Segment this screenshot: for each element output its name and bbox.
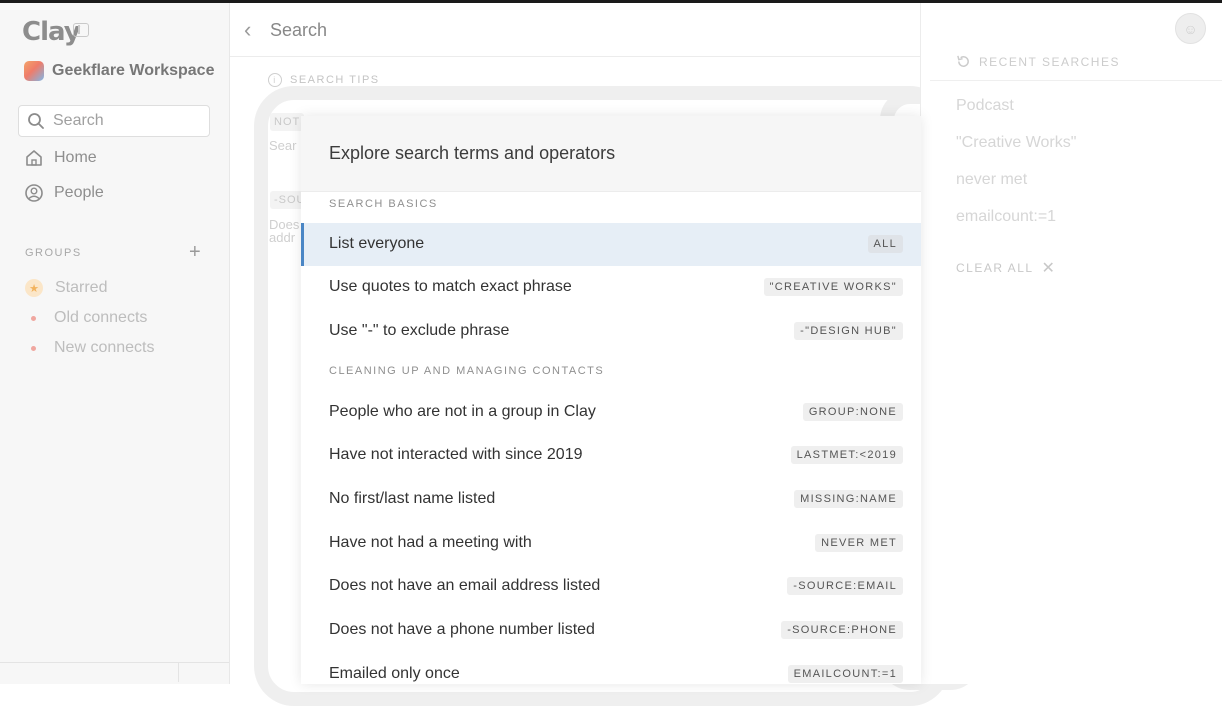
add-group-icon[interactable]: + [189, 242, 201, 262]
group-label: Starred [55, 279, 108, 296]
operator-description: People who are not in a group in Clay [329, 403, 596, 420]
recent-search-item[interactable]: emailcount:=1 [956, 208, 1056, 226]
home-icon [26, 150, 42, 166]
operator-description: No first/last name listed [329, 490, 496, 507]
operator-chip: -SOURCE:PHONE [781, 621, 903, 639]
dot-icon [31, 315, 36, 321]
history-icon [957, 55, 969, 67]
star-icon: ★ [25, 279, 43, 297]
search-icon [28, 113, 44, 129]
section-heading: CLEANING UP AND MANAGING CONTACTS [329, 365, 605, 377]
operator-chip: GROUP:NONE [802, 403, 903, 421]
operator-chip: LASTMET:<2019 [790, 446, 903, 464]
clear-all-button[interactable]: CLEAR ALL ✕ [956, 258, 1056, 278]
operator-chip: "CREATIVE WORKS" [763, 278, 903, 296]
operator-description: List everyone [329, 235, 425, 252]
operator-chip: ALL [867, 235, 903, 253]
workspace-icon [24, 61, 44, 81]
sidebar-item-label: People [54, 184, 104, 201]
operator-row[interactable]: Use quotes to match exact phrase "CREATI… [301, 266, 921, 309]
operator-description: Does not have a phone number listed [329, 621, 595, 638]
page-title: Search [270, 20, 328, 40]
sidebar-item-people[interactable]: People [24, 183, 104, 203]
sidebar-group-starred[interactable]: ★ Starred [25, 279, 107, 297]
workspace-switcher[interactable]: Geekflare Workspace [24, 61, 214, 81]
operator-chip: NEVER MET [815, 534, 903, 552]
operator-row[interactable]: People who are not in a group in Clay GR… [301, 391, 921, 434]
recent-search-item[interactable]: never met [956, 171, 1027, 189]
operator-chip: MISSING:NAME [794, 490, 903, 508]
info-icon: i [268, 73, 282, 87]
search-tips-modal: Explore search terms and operators SEARC… [301, 116, 921, 684]
section-heading: SEARCH BASICS [329, 198, 438, 210]
group-label: Old connects [54, 309, 148, 326]
operator-row[interactable]: Have not interacted with since 2019 LAST… [301, 434, 921, 477]
sidebar-group-old-connects[interactable]: Old connects [25, 309, 147, 327]
back-chevron-icon[interactable]: ‹ [244, 17, 251, 43]
avatar[interactable]: ☺ [1175, 13, 1206, 44]
sidebar-group-new-connects[interactable]: New connects [25, 339, 155, 357]
operator-description: Emailed only once [329, 665, 460, 682]
groups-heading: GROUPS [25, 247, 82, 259]
recent-search-item[interactable]: Podcast [956, 97, 1014, 115]
modal-title: Explore search terms and operators [329, 143, 616, 163]
sidebar-toggle-icon[interactable] [73, 23, 89, 37]
operator-row[interactable]: Does not have a phone number listed -SOU… [301, 609, 921, 652]
operator-row[interactable]: Use "-" to exclude phrase -"DESIGN HUB" [301, 310, 921, 353]
workspace-name: Geekflare Workspace [52, 62, 215, 79]
operator-chip: -"DESIGN HUB" [794, 322, 903, 340]
search-input[interactable]: Search [18, 105, 210, 137]
modal-header: Explore search terms and operators [301, 116, 921, 192]
search-tips-heading[interactable]: i SEARCH TIPS [268, 73, 380, 87]
group-label: New connects [54, 339, 155, 356]
person-circle-icon [25, 184, 43, 202]
recent-searches-label: RECENT SEARCHES [979, 54, 1120, 69]
divider [930, 80, 1222, 81]
search-placeholder: Search [53, 112, 104, 129]
close-icon: ✕ [1041, 260, 1057, 277]
operator-description: Have not interacted with since 2019 [329, 446, 583, 463]
operator-row[interactable]: List everyone ALL [301, 223, 921, 266]
main-header: ‹ Search [230, 3, 920, 57]
operator-row[interactable]: Emailed only once EMAILCOUNT:=1 [301, 653, 921, 684]
sidebar-footer [0, 662, 229, 682]
operator-description: Does not have an email address listed [329, 577, 601, 594]
operator-chip: EMAILCOUNT:=1 [787, 665, 903, 683]
operator-description: Use quotes to match exact phrase [329, 278, 572, 295]
operator-description: Use "-" to exclude phrase [329, 322, 510, 339]
operator-row[interactable]: No first/last name listed MISSING:NAME [301, 478, 921, 521]
clear-all-label: CLEAR ALL [956, 261, 1034, 275]
operator-chip: -SOURCE:EMAIL [787, 577, 903, 595]
search-tips-label: SEARCH TIPS [290, 74, 380, 86]
sidebar-item-label: Home [54, 149, 97, 166]
clay-logo[interactable]: Clay [22, 17, 81, 47]
sidebar: Clay Geekflare Workspace Search Home Peo… [0, 3, 230, 684]
sidebar-item-home[interactable]: Home [24, 148, 97, 168]
dot-icon [31, 345, 36, 351]
operator-row[interactable]: Have not had a meeting with NEVER MET [301, 522, 921, 565]
recent-searches-heading: RECENT SEARCHES [956, 54, 1120, 69]
recent-search-item[interactable]: "Creative Works" [956, 134, 1076, 152]
operator-row[interactable]: Does not have an email address listed -S… [301, 565, 921, 608]
operator-description: Have not had a meeting with [329, 534, 532, 551]
